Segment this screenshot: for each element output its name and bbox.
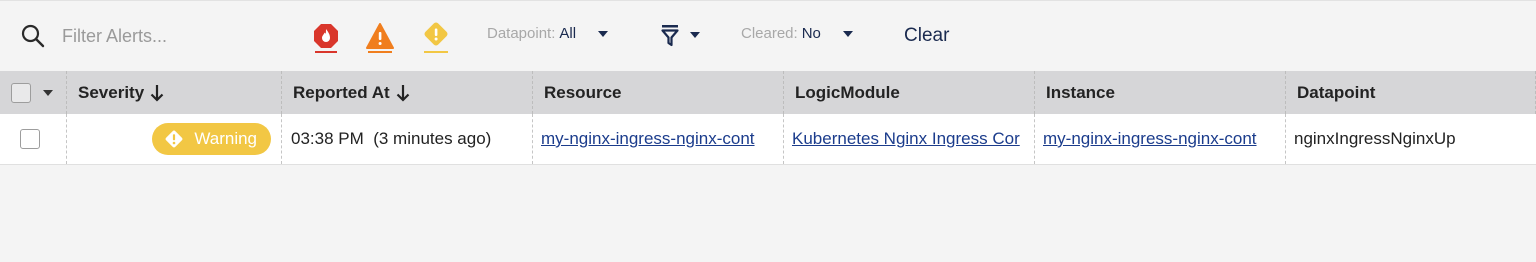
error-filter-button[interactable] [365, 21, 395, 53]
column-header-label: LogicModule [795, 82, 900, 102]
datapoint-value: All [559, 25, 577, 42]
cleared-value: No [801, 25, 821, 42]
warning-filter-button[interactable] [421, 21, 451, 53]
column-header-label: Reported At [293, 82, 390, 102]
column-header-instance[interactable]: Instance [1035, 71, 1286, 114]
clear-button[interactable]: Clear [904, 25, 949, 47]
severity-label: Warning [194, 129, 257, 148]
datapoint-label: Datapoint: [487, 25, 556, 42]
select-all-checkbox[interactable] [11, 82, 31, 103]
column-header-datapoint[interactable]: Datapoint [1286, 71, 1536, 114]
critical-filter-button[interactable] [311, 21, 341, 53]
warning-icon [424, 22, 448, 53]
instance-cell: my-nginx-ingress-nginx-cont [1035, 114, 1286, 164]
select-all-cell [0, 71, 67, 114]
warning-icon [165, 130, 183, 148]
datapoint-cell: nginxIngressNginxUp [1286, 114, 1536, 164]
logicmodule-cell: Kubernetes Nginx Ingress Cor [784, 114, 1035, 164]
cleared-dropdown[interactable]: Cleared: No [741, 25, 853, 42]
table-row[interactable]: Warning 03:38 PM (3 minutes ago) my-ngin… [0, 114, 1536, 165]
column-header-reported-at[interactable]: Reported At [282, 71, 533, 114]
column-header-logicmodule[interactable]: LogicModule [784, 71, 1035, 114]
chevron-down-icon [598, 30, 609, 37]
funnel-icon [661, 25, 679, 47]
alerts-table: Severity Reported At Resource LogicModul… [0, 71, 1536, 165]
column-header-severity[interactable]: Severity [67, 71, 282, 114]
error-icon [366, 23, 394, 53]
reported-at-cell: 03:38 PM (3 minutes ago) [282, 114, 533, 164]
filter-alerts-input[interactable] [62, 23, 282, 49]
row-checkbox[interactable] [20, 129, 40, 149]
chevron-down-icon [690, 32, 700, 38]
datapoint-value: nginxIngressNginxUp [1294, 129, 1456, 148]
severity-cell: Warning [67, 114, 282, 164]
row-select-cell [0, 114, 67, 164]
column-header-label: Datapoint [1297, 82, 1376, 102]
reported-at-value: 03:38 PM (3 minutes ago) [291, 129, 492, 148]
sort-down-icon [150, 84, 164, 102]
alerts-toolbar: Datapoint: All Cleared: No Clear [0, 0, 1536, 72]
column-header-label: Severity [78, 82, 145, 102]
advanced-filter-dropdown[interactable] [660, 23, 700, 47]
logicmodule-link[interactable]: Kubernetes Nginx Ingress Cor [792, 129, 1020, 149]
chevron-down-icon[interactable] [43, 89, 53, 96]
column-header-label: Resource [544, 82, 622, 102]
chevron-down-icon [842, 30, 853, 37]
resource-link[interactable]: my-nginx-ingress-nginx-cont [541, 129, 755, 149]
critical-icon [314, 24, 338, 53]
instance-link[interactable]: my-nginx-ingress-nginx-cont [1043, 129, 1257, 149]
column-header-resource[interactable]: Resource [533, 71, 784, 114]
search-icon[interactable] [20, 23, 46, 49]
resource-cell: my-nginx-ingress-nginx-cont [533, 114, 784, 164]
cleared-label: Cleared: [741, 25, 798, 42]
datapoint-dropdown[interactable]: Datapoint: All [487, 25, 609, 42]
sort-down-icon [396, 84, 409, 102]
severity-badge: Warning [152, 123, 271, 155]
column-header-label: Instance [1046, 82, 1115, 102]
table-header: Severity Reported At Resource LogicModul… [0, 71, 1536, 114]
